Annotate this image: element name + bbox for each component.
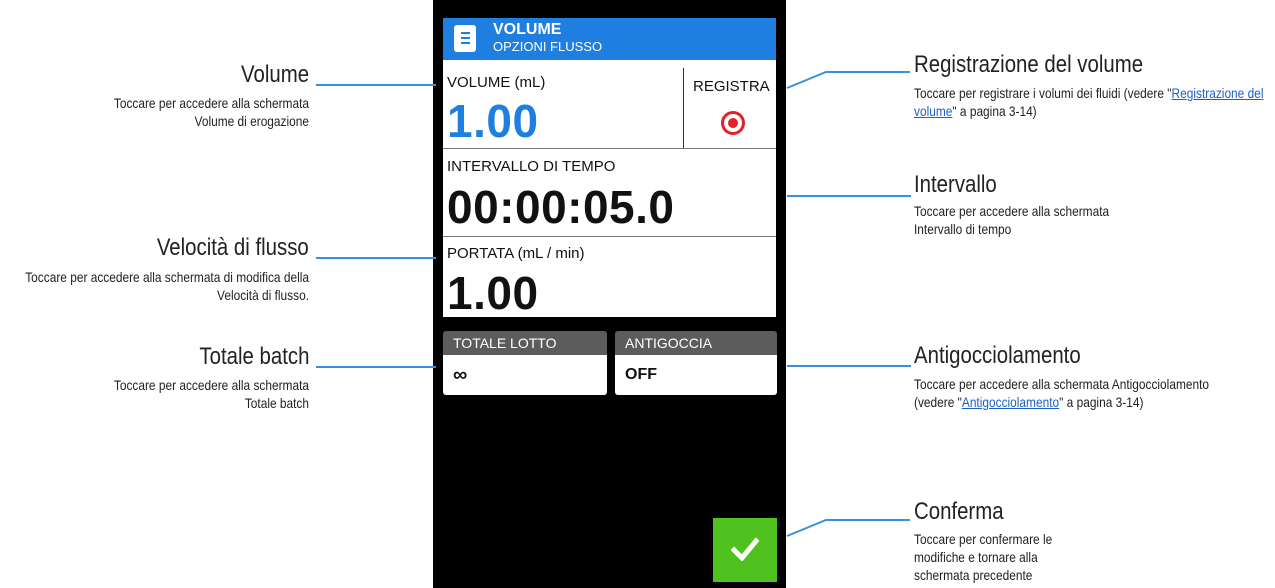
callout-totale-desc: Toccare per accedere alla schermata Tota… [113,377,309,411]
portata-label: PORTATA (mL / min) [447,245,585,262]
callout-velocita-desc: Toccare per accedere alla schermata di m… [25,269,309,303]
callout-volume-desc: Toccare per accedere alla schermata Volu… [113,95,309,129]
antigocciolamento-link[interactable]: Antigocciolamento [962,394,1059,410]
callout-totale-title: Totale batch [198,343,309,370]
callout-conferma-title: Conferma [914,498,1004,525]
volume-label: VOLUME (mL) [447,74,546,91]
leader-line [786,71,910,89]
callout-registrazione-desc: Toccare per registrare i volumi dei flui… [914,85,1264,119]
totale-lotto-label: TOTALE LOTTO [443,331,607,355]
callout-conferma-desc: Toccare per confermare le modifiche e to… [914,531,1053,583]
volume-value: 1.00 [447,95,539,147]
portata-field[interactable]: PORTATA (mL / min) 1.00 [443,237,776,317]
settings-panel: VOLUME (mL) 1.00 REGISTRA INTERVALLO DI … [443,60,776,317]
leader-line [316,366,436,368]
leader-line [316,84,436,86]
screen-title: VOLUME [493,21,562,38]
record-icon [721,111,745,135]
callout-registrazione-title: Registrazione del volume [914,51,1144,78]
screen-subtitle: OPZIONI FLUSSO [493,39,603,54]
device-screen: VOLUME OPZIONI FLUSSO VOLUME (mL) 1.00 R… [433,0,786,588]
check-icon [731,537,759,561]
callout-intervallo-title: Intervallo [914,171,997,198]
screen-header: VOLUME OPZIONI FLUSSO [443,18,776,60]
volume-field[interactable]: VOLUME (mL) 1.00 [443,60,683,148]
callout-intervallo-desc: Toccare per accedere alla schermata Inte… [914,203,1110,237]
totale-lotto-card[interactable]: TOTALE LOTTO ∞ [443,331,607,397]
antigoccia-label: ANTIGOCCIA [615,331,777,355]
callout-antigocciolamento-desc: Toccare per accedere alla schermata Anti… [914,376,1210,410]
intervallo-field[interactable]: INTERVALLO DI TEMPO 00:00:05.0 [443,149,776,236]
confirm-button[interactable] [713,518,777,582]
antigoccia-value: OFF [615,355,777,395]
intervallo-label: INTERVALLO DI TEMPO [447,158,616,175]
leader-line [787,195,911,197]
totale-lotto-value: ∞ [443,355,607,395]
registra-button[interactable]: REGISTRA [684,60,776,148]
portata-value: 1.00 [447,267,539,319]
callout-velocita-title: Velocità di flusso [157,234,309,261]
intervallo-value: 00:00:05.0 [447,181,675,233]
leader-line [316,257,436,259]
antigoccia-card[interactable]: ANTIGOCCIA OFF [615,331,777,397]
leader-line [786,519,910,537]
leader-line [787,365,911,367]
callout-volume-title: Volume [240,61,309,88]
registra-label: REGISTRA [693,78,770,95]
callout-antigocciolamento-title: Antigocciolamento [914,342,1081,369]
document-icon [454,25,476,52]
